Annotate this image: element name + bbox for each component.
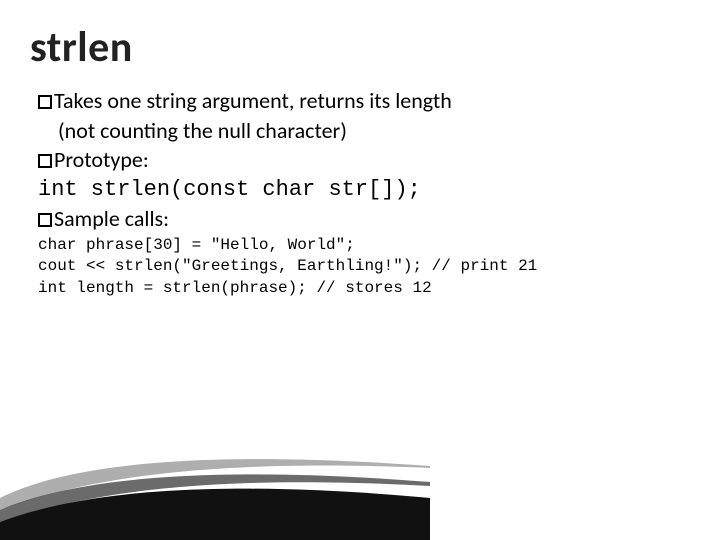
bullet-3-lead: Sample <box>54 205 120 232</box>
prototype-code: int strlen(const char str[]); <box>38 176 690 204</box>
bullet-1-continuation: (not counting the null character) <box>58 117 690 145</box>
bullet-item-2: Prototype: <box>38 146 690 174</box>
swoosh-decoration <box>0 430 430 540</box>
slide-title: strlen <box>30 22 690 73</box>
bullet-square-icon <box>38 213 52 227</box>
slide-body: Takes one string argument, returns its l… <box>38 87 690 299</box>
sample-code-block: char phrase[30] = "Hello, World"; cout <… <box>38 235 690 300</box>
bullet-item-1: Takes one string argument, returns its l… <box>38 87 690 115</box>
bullet-2-lead: Prototype: <box>54 146 149 173</box>
bullet-item-3: Sample calls: <box>38 205 690 233</box>
bullet-1-rest: one string argument, returns its length <box>102 87 451 114</box>
bullet-square-icon <box>38 154 52 168</box>
bullet-square-icon <box>38 95 52 109</box>
bullet-1-lead: Takes <box>54 87 102 114</box>
slide: strlen Takes one string argument, return… <box>0 0 720 299</box>
bullet-3-rest: calls: <box>120 205 169 232</box>
